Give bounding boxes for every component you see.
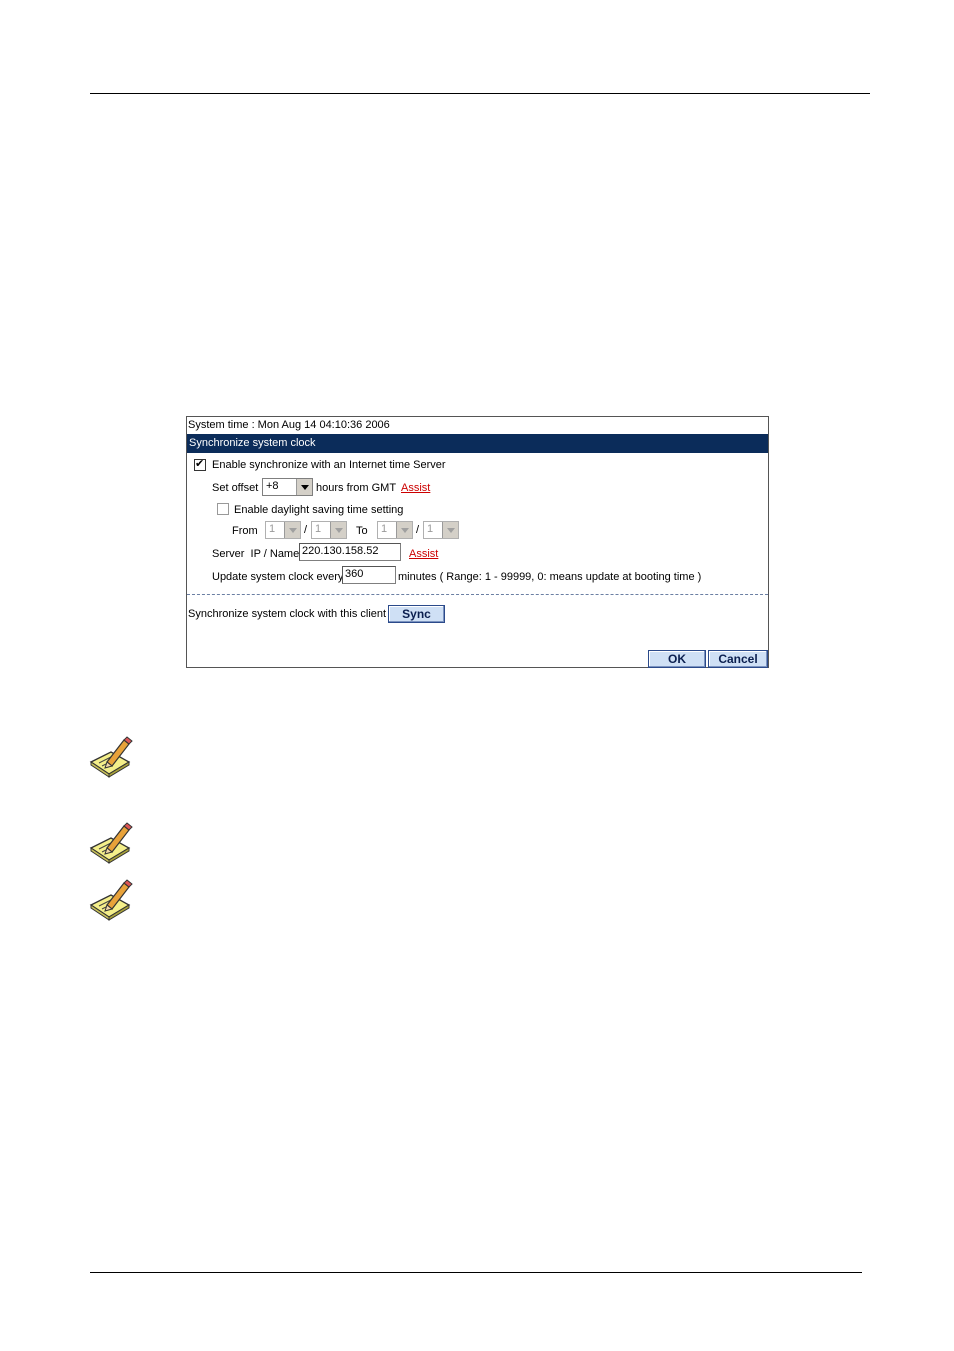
daylight-label: Enable daylight saving time setting <box>234 504 404 516</box>
pencil-note-icon <box>89 879 133 921</box>
header-rule <box>90 93 870 94</box>
section-divider <box>187 594 768 595</box>
chevron-down-icon <box>296 479 312 495</box>
to-slash: / <box>416 524 420 536</box>
from-month-value: 1 <box>269 523 276 535</box>
update-unit-label: minutes ( Range: 1 - 99999, 0: means upd… <box>398 571 702 583</box>
footer-rule <box>90 1272 862 1273</box>
chevron-down-icon <box>330 522 346 538</box>
cancel-button[interactable]: Cancel <box>708 650 768 668</box>
chevron-down-icon <box>442 522 458 538</box>
offset-value: +8 <box>266 480 279 492</box>
from-slash: / <box>304 524 308 536</box>
panel-title: Synchronize system clock <box>189 437 316 449</box>
assist-link-offset[interactable]: Assist <box>401 482 430 494</box>
time-settings-panel: System time : Mon Aug 14 04:10:36 2006 S… <box>186 416 769 668</box>
enable-sync-checkbox[interactable] <box>194 457 206 471</box>
to-day-value: 1 <box>427 523 434 535</box>
from-day-value: 1 <box>315 523 322 535</box>
update-value: 360 <box>345 568 364 580</box>
assist-link-server[interactable]: Assist <box>409 548 438 560</box>
chevron-down-icon <box>396 522 412 538</box>
ok-button[interactable]: OK <box>648 650 706 668</box>
daylight-checkbox[interactable] <box>217 503 229 515</box>
server-label: Server IP / Name <box>212 548 300 560</box>
offset-select[interactable]: +8 <box>262 478 313 496</box>
server-input[interactable]: 220.130.158.52 <box>299 543 401 561</box>
enable-sync-label: Enable synchronize with an Internet time… <box>212 459 446 471</box>
pencil-note-icon <box>89 822 133 864</box>
to-label: To <box>356 525 368 537</box>
sync-button[interactable]: Sync <box>388 605 445 623</box>
sync-client-label: Synchronize system clock with this clien… <box>188 608 387 620</box>
to-month-select[interactable]: 1 <box>377 521 413 539</box>
set-offset-label: Set offset <box>212 482 259 494</box>
offset-unit-label: hours from GMT <box>316 482 397 494</box>
chevron-down-icon <box>284 522 300 538</box>
from-month-select[interactable]: 1 <box>265 521 301 539</box>
update-interval-input[interactable]: 360 <box>342 566 396 584</box>
from-day-select[interactable]: 1 <box>311 521 347 539</box>
system-time-text: System time : Mon Aug 14 04:10:36 2006 <box>188 419 390 431</box>
from-label: From <box>232 525 258 537</box>
to-day-select[interactable]: 1 <box>423 521 459 539</box>
update-label: Update system clock every <box>212 571 344 583</box>
to-month-value: 1 <box>381 523 388 535</box>
server-value: 220.130.158.52 <box>302 545 379 557</box>
pencil-note-icon <box>89 736 133 778</box>
